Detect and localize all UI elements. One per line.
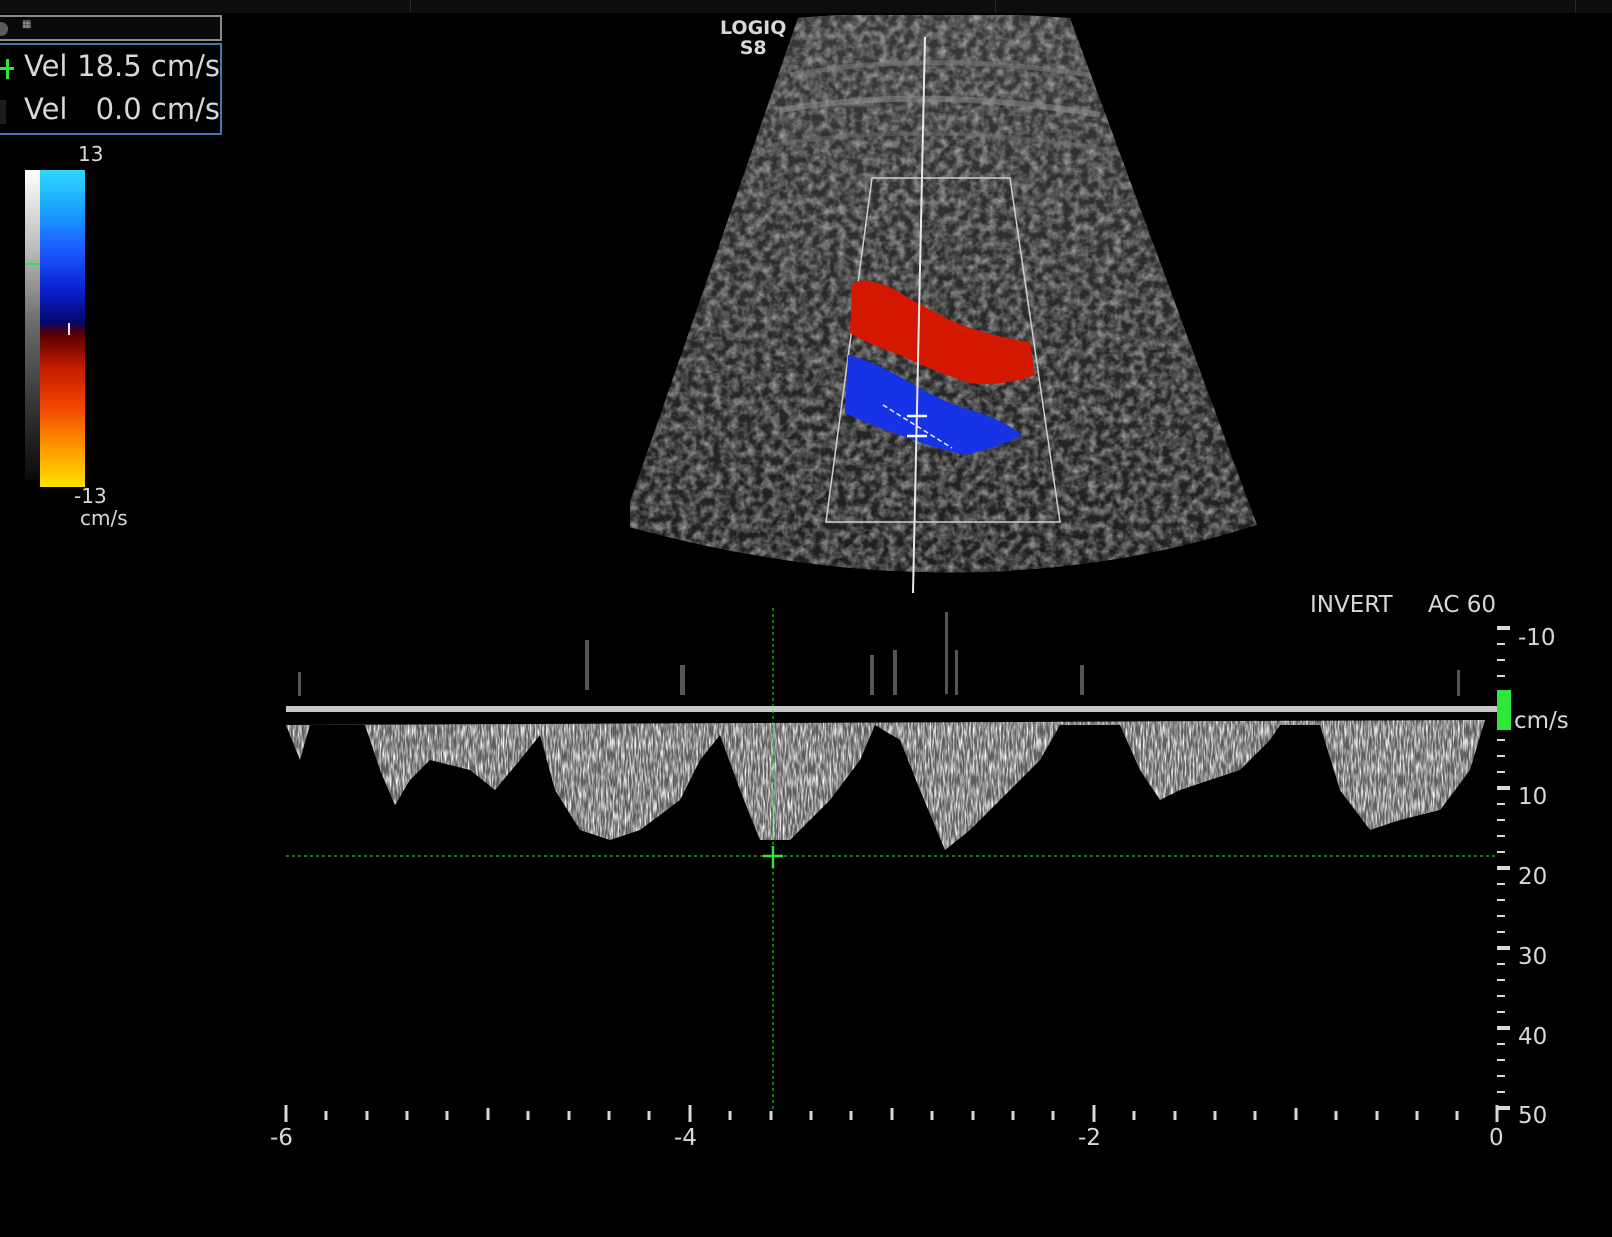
time-tick-label: -2 <box>1078 1125 1101 1151</box>
velocity-tick-label: 10 <box>1518 784 1548 810</box>
spectral-waveform <box>286 720 1485 850</box>
time-tick-label: 0 <box>1489 1125 1504 1151</box>
velocity-tick-label: 50 <box>1518 1103 1548 1129</box>
velocity-tick-label: 40 <box>1518 1024 1548 1050</box>
velocity-caliper-icon[interactable] <box>763 846 783 868</box>
spectral-doppler-display[interactable] <box>0 0 1612 1237</box>
baseline-position-marker[interactable] <box>1497 690 1511 730</box>
time-tick-label: -6 <box>270 1125 293 1151</box>
velocity-tick-label: -10 <box>1518 625 1556 651</box>
velocity-unit-label: cm/s <box>1514 708 1569 734</box>
spectral-noise <box>298 612 1460 696</box>
time-axis <box>284 1105 1499 1122</box>
velocity-tick-label: 20 <box>1518 864 1548 890</box>
time-tick-label: -4 <box>674 1125 697 1151</box>
velocity-tick-label: 30 <box>1518 944 1548 970</box>
